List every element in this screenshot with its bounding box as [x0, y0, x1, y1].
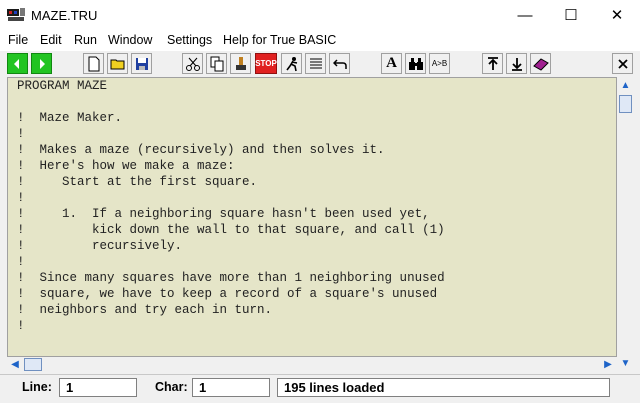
line-label: Line:: [22, 380, 52, 394]
list-button[interactable]: [305, 53, 326, 74]
cut-scissors-icon: [185, 57, 200, 71]
title-bar: MAZE.TRU — ☐ ✕: [0, 0, 640, 31]
replace-button[interactable]: A>B: [429, 53, 450, 74]
code-line[interactable]: ! neighbors and try each in turn.: [17, 302, 445, 318]
code-line[interactable]: ! Maze Maker.: [17, 110, 445, 126]
code-line[interactable]: !: [17, 126, 445, 142]
toolbar: STOP A A>B: [0, 51, 640, 77]
help-book-button[interactable]: [530, 53, 551, 74]
scroll-up-arrow-icon[interactable]: ▲: [619, 78, 632, 92]
minimize-icon: —: [517, 7, 533, 24]
scroll-left-arrow-icon[interactable]: ◀: [8, 358, 22, 371]
cut-button[interactable]: [182, 53, 203, 74]
find-button[interactable]: [405, 53, 426, 74]
menu-file[interactable]: File: [8, 33, 28, 47]
menu-bar: File Edit Run Window Settings Help for T…: [0, 31, 640, 51]
char-value: 1: [192, 378, 270, 397]
open-file-button[interactable]: [107, 53, 128, 74]
maximize-icon: ☐: [564, 7, 578, 24]
book-icon: [532, 57, 549, 71]
step-button[interactable]: [31, 53, 52, 74]
runner-icon: [285, 56, 297, 71]
code-line[interactable]: [17, 94, 445, 110]
code-line[interactable]: !: [17, 190, 445, 206]
true-basic-app-icon: [7, 8, 25, 21]
code-line[interactable]: ! Start at the first square.: [17, 174, 445, 190]
font-a-icon: A: [386, 55, 397, 71]
code-editor[interactable]: PROGRAM MAZE ! Maze Maker.!! Makes a maz…: [7, 77, 617, 357]
binoculars-icon: [408, 57, 423, 70]
scroll-right-arrow-icon[interactable]: ▶: [601, 358, 615, 371]
line-value: 1: [59, 378, 137, 397]
go-bottom-icon: [511, 57, 522, 71]
menu-help[interactable]: Help for True BASIC: [223, 33, 336, 47]
vertical-scrollbar[interactable]: ▲ ▼: [617, 77, 634, 372]
code-line[interactable]: ! Makes a maze (recursively) and then so…: [17, 142, 445, 158]
save-file-button[interactable]: [131, 53, 152, 74]
run-green-icon: [13, 58, 19, 69]
window-title: MAZE.TRU: [31, 8, 98, 23]
horizontal-scroll-thumb[interactable]: [24, 358, 42, 371]
code-line[interactable]: ! Here's how we make a maze:: [17, 158, 445, 174]
menu-settings[interactable]: Settings: [167, 33, 212, 47]
close-icon: ✕: [610, 7, 624, 24]
save-disk-icon: [135, 57, 148, 70]
undo-button[interactable]: [329, 53, 350, 74]
runner-button[interactable]: [281, 53, 302, 74]
code-line[interactable]: !: [17, 318, 445, 334]
replace-ab-icon: A>B: [431, 59, 448, 68]
step-green-icon: [39, 58, 45, 69]
char-label: Char:: [155, 380, 188, 394]
menu-edit[interactable]: Edit: [40, 33, 62, 47]
code-line[interactable]: ! recursively.: [17, 238, 445, 254]
status-message: 195 lines loaded: [277, 378, 610, 397]
code-line[interactable]: !: [17, 254, 445, 270]
go-top-button[interactable]: [482, 53, 503, 74]
scroll-down-arrow-icon[interactable]: ▼: [619, 356, 632, 370]
open-folder-icon: [110, 59, 124, 69]
status-bar: Line: 1 Char: 1 195 lines loaded: [0, 374, 640, 403]
maximize-button[interactable]: ☐: [548, 0, 594, 31]
undo-arrow-icon: [332, 58, 347, 69]
font-button[interactable]: A: [381, 53, 402, 74]
menu-window[interactable]: Window: [108, 33, 152, 47]
close-x-icon: [617, 58, 628, 69]
paste-button[interactable]: [230, 53, 251, 74]
minimize-button[interactable]: —: [502, 0, 548, 31]
go-top-icon: [487, 56, 498, 70]
copy-button[interactable]: [206, 53, 227, 74]
new-file-icon: [88, 56, 99, 71]
close-window-pane-button[interactable]: [612, 53, 633, 74]
run-button[interactable]: [7, 53, 28, 74]
source-code[interactable]: PROGRAM MAZE ! Maze Maker.!! Makes a maz…: [17, 78, 445, 334]
close-window-button[interactable]: ✕: [594, 0, 640, 31]
list-lines-icon: [309, 58, 322, 68]
code-line[interactable]: ! square, we have to keep a record of a …: [17, 286, 445, 302]
code-line[interactable]: PROGRAM MAZE: [17, 78, 445, 94]
copy-icon: [210, 56, 223, 71]
go-bottom-button[interactable]: [506, 53, 527, 74]
code-line[interactable]: ! 1. If a neighboring square hasn't been…: [17, 206, 445, 222]
stop-button[interactable]: STOP: [255, 53, 277, 74]
horizontal-scrollbar[interactable]: ◀ ▶: [7, 357, 617, 372]
code-line[interactable]: ! kick down the wall to that square, and…: [17, 222, 445, 238]
paste-brush-icon: [235, 56, 246, 70]
vertical-scroll-thumb[interactable]: [619, 95, 632, 113]
stop-icon: STOP: [255, 59, 277, 68]
code-line[interactable]: ! Since many squares have more than 1 ne…: [17, 270, 445, 286]
menu-run[interactable]: Run: [74, 33, 97, 47]
new-file-button[interactable]: [83, 53, 104, 74]
